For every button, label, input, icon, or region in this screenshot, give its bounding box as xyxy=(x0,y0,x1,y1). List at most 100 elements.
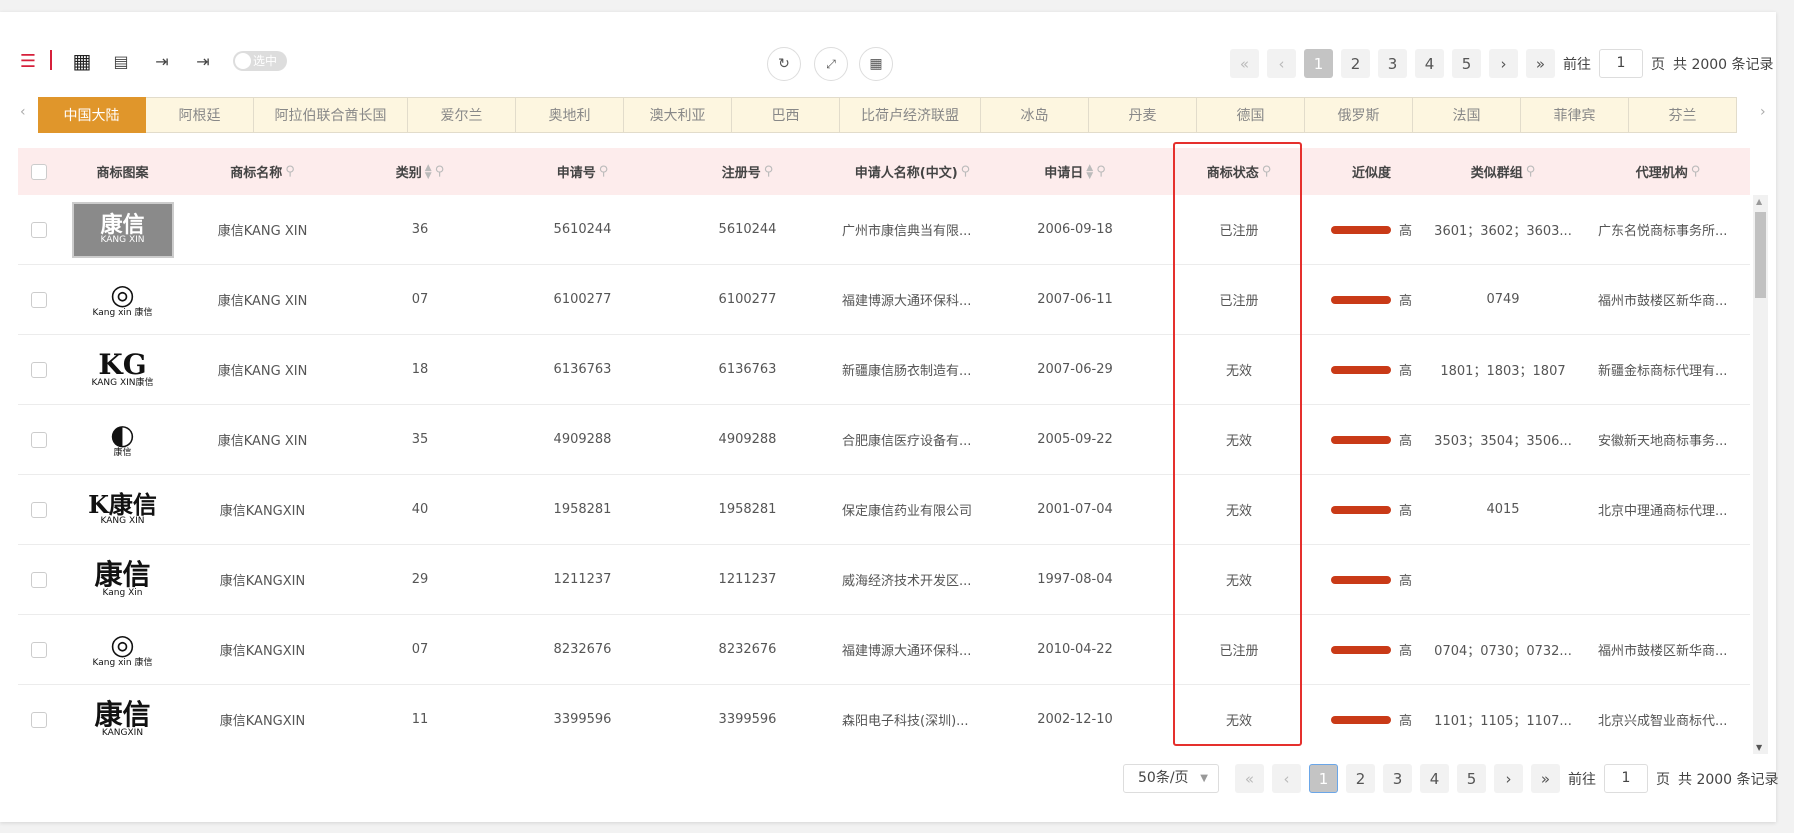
first-page-button[interactable]: « xyxy=(1230,49,1259,78)
goto-page-input[interactable]: 1 xyxy=(1604,764,1648,793)
scroll-down-icon[interactable]: ▼ xyxy=(1756,743,1762,752)
similarity-bar xyxy=(1330,435,1391,444)
trademark-logo[interactable]: ◎ Kang xin 康信 xyxy=(73,271,173,329)
search-icon[interactable]: ⚲ xyxy=(1096,164,1106,179)
page-button-4[interactable]: 4 xyxy=(1415,49,1444,78)
page-button-5[interactable]: 5 xyxy=(1457,764,1486,793)
row-checkbox[interactable] xyxy=(31,431,47,448)
search-icon[interactable]: ⚲ xyxy=(1691,164,1701,179)
export-doc-icon[interactable]: ⇥ xyxy=(151,50,173,72)
select-all-checkbox[interactable] xyxy=(31,163,47,180)
country-tab[interactable]: 丹麦 xyxy=(1089,97,1197,133)
row-checkbox[interactable] xyxy=(31,571,47,588)
trademark-logo[interactable]: 康信 Kang Xin xyxy=(73,551,173,609)
tabs-prev-icon[interactable]: ‹ xyxy=(20,104,26,120)
page-size-select[interactable]: 50条/页 xyxy=(1123,764,1219,793)
row-checkbox[interactable] xyxy=(31,501,47,518)
page-button-2[interactable]: 2 xyxy=(1341,49,1370,78)
row-checkbox[interactable] xyxy=(31,711,47,728)
cell-similarity: 高 xyxy=(1323,640,1420,659)
scrollbar-thumb[interactable] xyxy=(1755,212,1766,298)
table-row[interactable]: 康信 KANG XIN 康信KANG XIN 36 5610244 5610244 广州市康… xyxy=(18,195,1750,265)
search-icon[interactable]: ⚲ xyxy=(961,164,971,179)
sort-icon[interactable]: ▲ ▼ xyxy=(1086,163,1093,180)
cell-agent: 福州市鼓楼区新华商... xyxy=(1598,644,1728,659)
trademark-logo[interactable]: ◐ 康信 xyxy=(73,411,173,469)
cell-agent: 新疆金标商标代理有... xyxy=(1598,364,1728,379)
page-button-1[interactable]: 1 xyxy=(1304,49,1333,78)
row-checkbox[interactable] xyxy=(31,641,47,658)
country-tab[interactable]: 巴西 xyxy=(732,97,840,133)
table-row[interactable]: 康信 Kang Xin 康信KANGXIN 29 1211237 1211237 威海经济技… xyxy=(18,545,1750,615)
table-row[interactable]: ◐ 康信 康信KANG XIN 35 4909288 4909288 合肥康信医疗设备有..… xyxy=(18,405,1750,475)
country-tab[interactable]: 菲律宾 xyxy=(1521,97,1629,133)
prev-page-button[interactable]: ‹ xyxy=(1267,49,1296,78)
report-icon[interactable]: ▤ xyxy=(110,50,132,72)
table-scrollbar[interactable]: ▲ ▼ xyxy=(1753,195,1768,754)
country-tab[interactable]: 法国 xyxy=(1413,97,1521,133)
page-button-5[interactable]: 5 xyxy=(1452,49,1481,78)
country-tab[interactable]: 比荷卢经济联盟 xyxy=(840,97,981,133)
page-button-4[interactable]: 4 xyxy=(1420,764,1449,793)
row-checkbox[interactable] xyxy=(31,361,47,378)
country-tab[interactable]: 中国大陆 xyxy=(38,97,146,133)
country-tab[interactable]: 德国 xyxy=(1197,97,1305,133)
search-icon[interactable]: ⚲ xyxy=(1262,164,1272,179)
row-checkbox[interactable] xyxy=(31,291,47,308)
cell-applicant: 福建博源大通环保科... xyxy=(842,294,972,309)
pagination-top: «‹ 1 2 3 4 5 ›» 前往 1 页共 2000 条记录 xyxy=(1230,49,1774,78)
country-tab[interactable]: 爱尔兰 xyxy=(408,97,516,133)
country-tab[interactable]: 奥地利 xyxy=(516,97,624,133)
country-tab[interactable]: 阿拉伯联合酋长国 xyxy=(254,97,408,133)
page-button-3[interactable]: 3 xyxy=(1378,49,1407,78)
table-row[interactable]: KG KANG XIN康信 康信KANG XIN 18 6136763 6136763 新疆… xyxy=(18,335,1750,405)
last-page-button[interactable]: » xyxy=(1526,49,1555,78)
first-page-button[interactable]: « xyxy=(1235,764,1264,793)
logo-mark: K康信 xyxy=(88,490,157,519)
similarity-level: 高 xyxy=(1398,294,1412,309)
export-xls-icon[interactable]: ⇥ xyxy=(192,50,214,72)
cell-applicant: 新疆康信肠衣制造有... xyxy=(842,364,972,379)
next-page-button[interactable]: › xyxy=(1494,764,1523,793)
country-tab[interactable]: 阿根廷 xyxy=(146,97,254,133)
fullscreen-icon[interactable]: ⤢ xyxy=(814,47,848,81)
cell-name: 康信KANG XIN xyxy=(217,224,308,239)
trademark-logo[interactable]: 康信 KANGXIN xyxy=(73,691,173,749)
next-page-button[interactable]: › xyxy=(1489,49,1518,78)
sort-icon[interactable]: ▲ ▼ xyxy=(425,163,432,180)
country-tab[interactable]: 芬兰 xyxy=(1629,97,1737,133)
trademark-logo[interactable]: 康信 KANG XIN xyxy=(71,201,174,258)
page-button-3[interactable]: 3 xyxy=(1383,764,1412,793)
row-checkbox[interactable] xyxy=(31,221,47,238)
goto-page-input[interactable]: 1 xyxy=(1599,49,1643,78)
column-title: 注册号 xyxy=(721,166,761,181)
search-icon[interactable]: ⚲ xyxy=(1526,164,1536,179)
page-button-1[interactable]: 1 xyxy=(1309,764,1338,793)
table-row[interactable]: ◎ Kang xin 康信 康信KANGXIN 07 8232676 8232676 福建博… xyxy=(18,615,1750,685)
search-icon[interactable]: ⚲ xyxy=(285,164,295,179)
refresh-icon[interactable]: ↻ xyxy=(767,47,801,81)
country-tab[interactable]: 澳大利亚 xyxy=(624,97,732,133)
page-button-2[interactable]: 2 xyxy=(1346,764,1375,793)
scroll-up-icon[interactable]: ▲ xyxy=(1756,197,1762,206)
country-tab[interactable]: 俄罗斯 xyxy=(1305,97,1413,133)
last-page-button[interactable]: » xyxy=(1531,764,1560,793)
search-icon[interactable]: ⚲ xyxy=(435,164,445,179)
logo-subtext: Kang xin 康信 xyxy=(92,658,153,668)
table-row[interactable]: K康信 KANG XIN 康信KANGXIN 40 1958281 1958281 保定康信… xyxy=(18,475,1750,545)
layout-icon[interactable]: ▦ xyxy=(859,47,893,81)
select-toggle[interactable]: 选中 xyxy=(233,51,287,71)
grid-view-icon[interactable]: ▦ xyxy=(71,49,93,73)
tabs-next-icon[interactable]: › xyxy=(1760,104,1766,120)
column-header: 商标图案 xyxy=(60,162,185,181)
table-row[interactable]: 康信 KANGXIN 康信KANGXIN 11 3399596 3399596 森阳电子科技… xyxy=(18,685,1750,754)
prev-page-button[interactable]: ‹ xyxy=(1272,764,1301,793)
trademark-logo[interactable]: KG KANG XIN康信 xyxy=(73,341,173,399)
table-row[interactable]: ◎ Kang xin 康信 康信KANG XIN 07 6100277 6100277 福建… xyxy=(18,265,1750,335)
trademark-logo[interactable]: ◎ Kang xin 康信 xyxy=(73,621,173,679)
list-view-icon[interactable]: ☰ xyxy=(17,50,39,72)
search-icon[interactable]: ⚲ xyxy=(599,164,609,179)
country-tab[interactable]: 冰岛 xyxy=(981,97,1089,133)
search-icon[interactable]: ⚲ xyxy=(764,164,774,179)
trademark-logo[interactable]: K康信 KANG XIN xyxy=(73,481,173,539)
